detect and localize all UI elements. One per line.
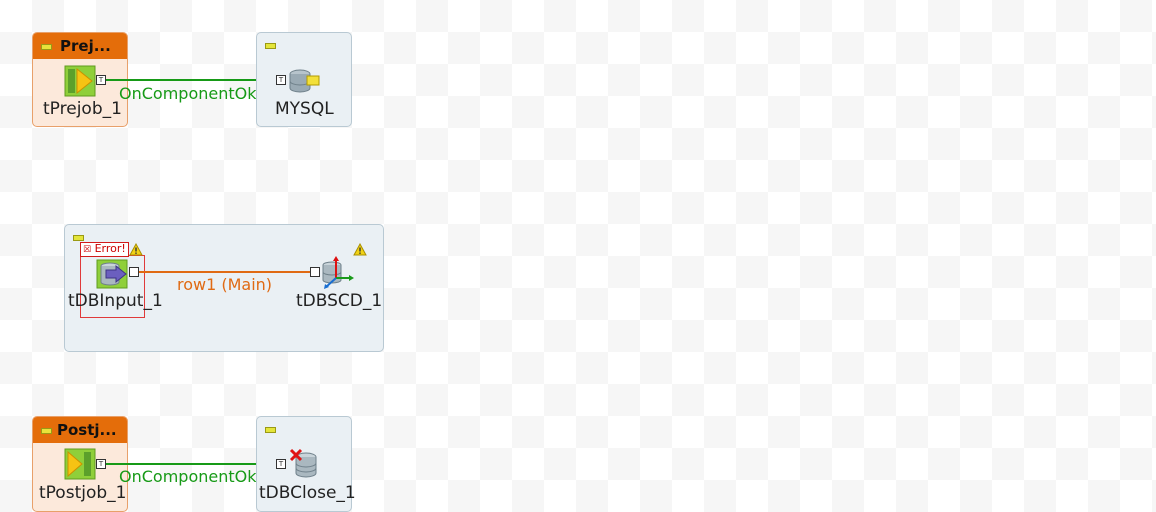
postjob-header[interactable]: Postj... bbox=[33, 417, 127, 443]
postjob-title: Postj... bbox=[57, 421, 117, 439]
db-scd-icon[interactable] bbox=[318, 256, 354, 290]
prejob-component-label: tPrejob_1 bbox=[43, 99, 122, 119]
postjob-component-icon[interactable] bbox=[64, 448, 96, 480]
db-input-output-connector[interactable] bbox=[129, 267, 139, 277]
mysql-input-connector[interactable]: T bbox=[276, 75, 286, 85]
warning-icon bbox=[129, 241, 143, 256]
error-badge[interactable]: ☒ Error! bbox=[80, 242, 129, 257]
collapse-icon[interactable] bbox=[265, 427, 276, 433]
collapse-icon[interactable] bbox=[41, 44, 52, 50]
mysql-label: MYSQL bbox=[275, 99, 334, 119]
collapse-icon[interactable] bbox=[73, 235, 84, 241]
db-input-icon[interactable] bbox=[96, 259, 128, 289]
error-text: Error! bbox=[94, 242, 126, 255]
prejob-component-icon[interactable] bbox=[64, 65, 96, 97]
prejob-title: Prej... bbox=[60, 37, 111, 55]
dbclose-label: tDBClose_1 bbox=[259, 483, 356, 503]
database-connection-icon[interactable] bbox=[288, 68, 320, 96]
main-row-link[interactable] bbox=[139, 271, 310, 273]
error-x-icon: ☒ bbox=[83, 245, 92, 255]
postjob-link-label: OnComponentOk bbox=[119, 467, 257, 486]
prejob-trigger-link[interactable] bbox=[106, 79, 276, 81]
prejob-header[interactable]: Prej... bbox=[33, 33, 127, 59]
postjob-output-connector[interactable]: T bbox=[96, 459, 106, 469]
postjob-component-label: tPostjob_1 bbox=[39, 483, 127, 503]
collapse-icon[interactable] bbox=[41, 428, 52, 434]
dbclose-input-connector[interactable]: T bbox=[276, 459, 286, 469]
db-scd-label: tDBSCD_1 bbox=[296, 291, 383, 311]
warning-icon bbox=[353, 241, 367, 256]
prejob-output-connector[interactable]: T bbox=[96, 75, 106, 85]
prejob-link-label: OnComponentOk bbox=[119, 84, 257, 103]
collapse-icon[interactable] bbox=[265, 43, 276, 49]
db-input-label: tDBInput_1 bbox=[68, 291, 163, 311]
postjob-trigger-link[interactable] bbox=[106, 463, 276, 465]
main-row-link-label: row1 (Main) bbox=[177, 275, 273, 294]
db-close-icon[interactable] bbox=[288, 448, 320, 480]
